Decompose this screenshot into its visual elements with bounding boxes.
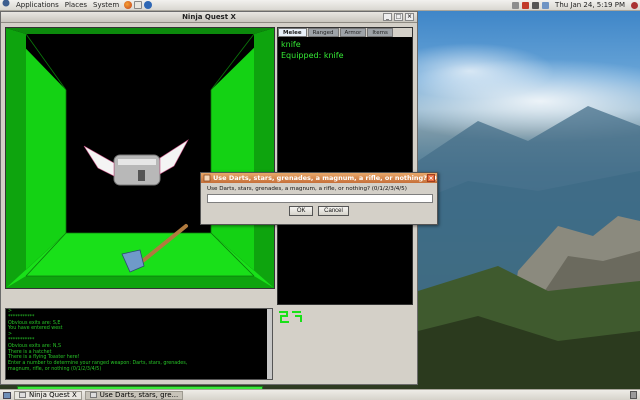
inventory-panel: Melee Ranged Armor Items knife Equipped:… <box>277 27 413 305</box>
message-log[interactable]: > *********** Obvious exits are: S,E You ha… <box>5 308 273 380</box>
tab-armor[interactable]: Armor <box>339 28 367 37</box>
dialog-app-icon <box>203 174 211 182</box>
taskbar-label: Ninja Quest X <box>29 390 77 399</box>
firefox-icon[interactable] <box>124 1 133 9</box>
dialog-titlebar[interactable]: Use Darts, stars, grenades, a magnum, a … <box>201 173 437 183</box>
weapon-number-input[interactable] <box>207 194 433 203</box>
top-panel: Applications Places System Thu Jan 24, 5… <box>0 0 640 11</box>
foot-menu-icon[interactable] <box>0 0 13 11</box>
tab-melee[interactable]: Melee <box>278 28 307 37</box>
mountain-scenery <box>418 106 640 389</box>
menu-system[interactable]: System <box>90 0 122 11</box>
maximize-button[interactable]: □ <box>394 13 403 21</box>
window-titlebar[interactable]: Ninja Quest X _ □ × <box>1 12 417 23</box>
close-button[interactable]: × <box>405 13 414 21</box>
menu-applications[interactable]: Applications <box>13 0 62 11</box>
inventory-content: knife Equipped: knife <box>278 37 412 63</box>
taskbar-item-dialog[interactable]: Use Darts, stars, gre... <box>84 390 184 400</box>
window-icon <box>89 392 97 398</box>
clock[interactable]: Thu Jan 24, 5:19 PM <box>552 0 628 11</box>
item-name[interactable]: knife <box>281 39 409 50</box>
tab-items[interactable]: Items <box>367 28 393 37</box>
power-icon[interactable] <box>631 2 638 9</box>
network-icon[interactable] <box>512 2 520 9</box>
taskbar-label: Use Darts, stars, gre... <box>99 390 179 399</box>
dialog-close-button[interactable]: × <box>427 174 435 182</box>
taskbar-item-ninja-quest[interactable]: Ninja Quest X <box>14 390 82 400</box>
trash-icon[interactable] <box>630 391 637 399</box>
update-icon[interactable] <box>522 2 530 9</box>
log-line: magnum, rifle, or nothing (0/1/2/3/4/5) <box>8 366 102 372</box>
inventory-tabs: Melee Ranged Armor Items <box>278 28 412 37</box>
cancel-button[interactable]: Cancel <box>318 206 349 216</box>
show-desktop-icon[interactable] <box>3 391 11 399</box>
ok-button[interactable]: OK <box>289 206 314 216</box>
weapon-choice-dialog: Use Darts, stars, grenades, a magnum, a … <box>200 172 438 225</box>
volume-icon[interactable] <box>532 2 540 9</box>
dialog-title: Use Darts, stars, grenades, a magnum, a … <box>213 174 437 182</box>
help-icon[interactable] <box>144 1 153 9</box>
window-icon <box>19 392 26 398</box>
minimap-icon <box>279 311 302 323</box>
menu-places[interactable]: Places <box>62 0 90 11</box>
corridor-view <box>6 28 274 288</box>
minimize-button[interactable]: _ <box>383 13 392 21</box>
equipped-label: Equipped: knife <box>281 51 344 60</box>
dialog-prompt: Use Darts, stars, grenades, a magnum, a … <box>207 186 407 192</box>
tab-ranged[interactable]: Ranged <box>307 28 339 37</box>
window-title: Ninja Quest X <box>182 13 236 21</box>
mail-icon[interactable] <box>134 1 143 9</box>
bottom-panel: Ninja Quest X Use Darts, stars, gre... <box>0 389 640 400</box>
game-viewport[interactable] <box>5 27 275 289</box>
log-lines: > *********** Obvious exits are: S,E You ha… <box>6 309 272 373</box>
log-scrollbar[interactable] <box>267 309 272 379</box>
mail-notification-icon[interactable] <box>542 2 550 9</box>
